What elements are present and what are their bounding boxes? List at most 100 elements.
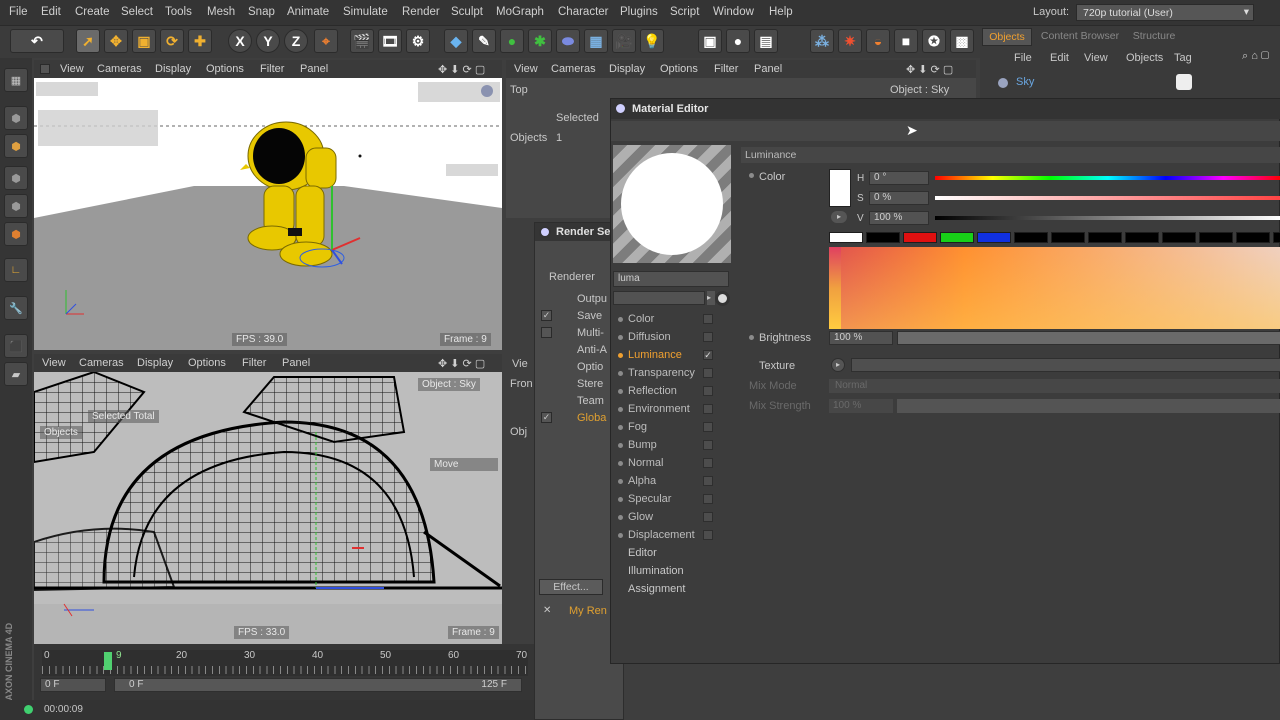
mix-mode-select[interactable]: Normal: [829, 379, 1280, 393]
channel-luminance-checkbox[interactable]: ✓: [703, 350, 713, 360]
use-points-button[interactable]: ⬢: [4, 166, 28, 190]
viewport1-menu-display[interactable]: Display: [155, 63, 191, 75]
om-menu-objects[interactable]: Objects: [1126, 52, 1163, 64]
channel-luminance[interactable]: Luminance ✓: [615, 347, 725, 365]
channel-displacement-checkbox[interactable]: [703, 530, 713, 540]
make-editable-button[interactable]: ▦: [4, 68, 28, 92]
viewport3-menu-view[interactable]: View: [514, 63, 538, 75]
channel-reflection-checkbox[interactable]: [703, 386, 713, 396]
color-picker-field[interactable]: [829, 247, 1280, 329]
tweak-mode-button[interactable]: ✪: [922, 29, 946, 53]
menu-file[interactable]: File: [9, 6, 28, 18]
item-editor[interactable]: Editor: [628, 547, 657, 559]
viewport2-menu-filter[interactable]: Filter: [242, 357, 266, 369]
channel-glow[interactable]: Glow: [615, 509, 725, 527]
close-icon[interactable]: ✕: [543, 605, 551, 616]
menu-mesh[interactable]: Mesh: [207, 6, 235, 18]
undo-button[interactable]: ↶: [10, 29, 64, 53]
camera-button[interactable]: 🎥: [612, 29, 636, 53]
subdivision-button[interactable]: ●: [500, 29, 524, 53]
viewport3-nav-icons[interactable]: ✥ ⬇ ⟳ ▢: [906, 63, 953, 76]
points-mode-button[interactable]: ⁂: [810, 29, 834, 53]
menu-animate[interactable]: Animate: [287, 6, 329, 18]
om-menu-tag[interactable]: Tag: [1174, 52, 1192, 64]
menu-select[interactable]: Select: [121, 6, 153, 18]
om-menu-file[interactable]: File: [1014, 52, 1032, 64]
render-item-multipass[interactable]: Multi-: [577, 327, 604, 339]
z-axis-button[interactable]: Z: [284, 29, 308, 53]
render-settings-button[interactable]: ⚙: [406, 29, 430, 53]
channel-bump-checkbox[interactable]: [703, 440, 713, 450]
viewport-wireframe[interactable]: Selected Total Objects Object : Sky Move…: [34, 372, 502, 644]
menu-mograph[interactable]: MoGraph: [496, 6, 544, 18]
item-illumination[interactable]: Illumination: [628, 565, 684, 577]
multipass-checkbox[interactable]: [541, 327, 552, 338]
viewport-perspective[interactable]: FPS : 39.0 Frame : 9: [34, 78, 502, 350]
material-gear-icon[interactable]: [715, 291, 730, 306]
save-checkbox[interactable]: ✓: [541, 310, 552, 321]
use-model-mode-button[interactable]: ⬢: [4, 106, 28, 130]
channel-alpha-checkbox[interactable]: [703, 476, 713, 486]
channel-reflection[interactable]: Reflection: [615, 383, 725, 401]
menu-window[interactable]: Window: [713, 6, 754, 18]
viewport3-menu-filter[interactable]: Filter: [714, 63, 738, 75]
saturation-slider[interactable]: [935, 196, 1280, 200]
channel-specular-checkbox[interactable]: [703, 494, 713, 504]
color-picker-hue-strip[interactable]: [829, 247, 841, 329]
texture-mode-button[interactable]: ▤: [754, 29, 778, 53]
hue-slider[interactable]: [935, 176, 1280, 180]
channel-displacement[interactable]: Displacement: [615, 527, 725, 545]
render-item-antialiasing[interactable]: Anti-A: [577, 344, 607, 356]
saturation-field[interactable]: 0 %: [869, 191, 929, 205]
channel-alpha[interactable]: Alpha: [615, 473, 725, 491]
enable-axis-button[interactable]: ∟: [4, 258, 28, 282]
use-object-mode-button[interactable]: ⬢: [4, 134, 28, 158]
model-mode-button[interactable]: ▣: [698, 29, 722, 53]
menu-help[interactable]: Help: [769, 6, 793, 18]
use-polygons-button[interactable]: ⬢: [4, 222, 28, 246]
brightness-slider[interactable]: [897, 331, 1280, 345]
use-edges-button[interactable]: ⬢: [4, 194, 28, 218]
mix-strength-slider[interactable]: [897, 399, 1280, 413]
menu-edit[interactable]: Edit: [41, 6, 61, 18]
viewport1-menu-cameras[interactable]: Cameras: [97, 63, 142, 75]
timeline[interactable]: 0 9 20 30 40 50 60 70 0 F 0 F 125 F: [34, 644, 534, 700]
viewport1-menu-options[interactable]: Options: [206, 63, 244, 75]
global-checkbox[interactable]: ✓: [541, 412, 552, 423]
color-preset-swatch[interactable]: [866, 232, 900, 243]
timeline-ruler[interactable]: 0 9 20 30 40 50 60 70: [42, 650, 528, 676]
channel-fog[interactable]: Fog: [615, 419, 725, 437]
channel-bump[interactable]: Bump: [615, 437, 725, 455]
menu-create[interactable]: Create: [75, 6, 110, 18]
axis-mode-button[interactable]: ■: [894, 29, 918, 53]
playhead[interactable]: [104, 652, 112, 670]
select-tool-button[interactable]: ➚: [76, 29, 100, 53]
channel-glow-checkbox[interactable]: [703, 512, 713, 522]
color-preset-swatch[interactable]: [1014, 232, 1048, 243]
channel-transparency[interactable]: Transparency: [615, 365, 725, 383]
deformer-button[interactable]: ⬬: [556, 29, 580, 53]
channel-color-checkbox[interactable]: [703, 314, 713, 324]
menu-sculpt[interactable]: Sculpt: [451, 6, 483, 18]
live-select-button[interactable]: ✚: [188, 29, 212, 53]
brightness-field[interactable]: 100 %: [829, 331, 893, 345]
scale-tool-button[interactable]: ▣: [132, 29, 156, 53]
render-item-global[interactable]: Globa: [577, 412, 606, 424]
tab-structure[interactable]: Structure: [1128, 28, 1180, 46]
channel-normal-checkbox[interactable]: [703, 458, 713, 468]
om-menu-edit[interactable]: Edit: [1050, 52, 1069, 64]
viewport2-menu-display[interactable]: Display: [137, 357, 173, 369]
render-item-options[interactable]: Optio: [577, 361, 603, 373]
om-menu-view[interactable]: View: [1084, 52, 1108, 64]
color-preset-swatch[interactable]: [1051, 232, 1085, 243]
render-picture-viewer-button[interactable]: 🎞: [378, 29, 402, 53]
viewport2-menu-panel[interactable]: Panel: [282, 357, 310, 369]
viewport2-menu-cameras[interactable]: Cameras: [79, 357, 124, 369]
color-preset-swatch[interactable]: [1088, 232, 1122, 243]
sphere-mode-button[interactable]: ●: [726, 29, 750, 53]
arrow-right-icon[interactable]: ▸: [707, 291, 715, 305]
viewport1-checkbox[interactable]: [40, 64, 50, 74]
render-item-stereoscopic[interactable]: Stere: [577, 378, 603, 390]
light-button[interactable]: 💡: [640, 29, 664, 53]
channel-normal[interactable]: Normal: [615, 455, 725, 473]
